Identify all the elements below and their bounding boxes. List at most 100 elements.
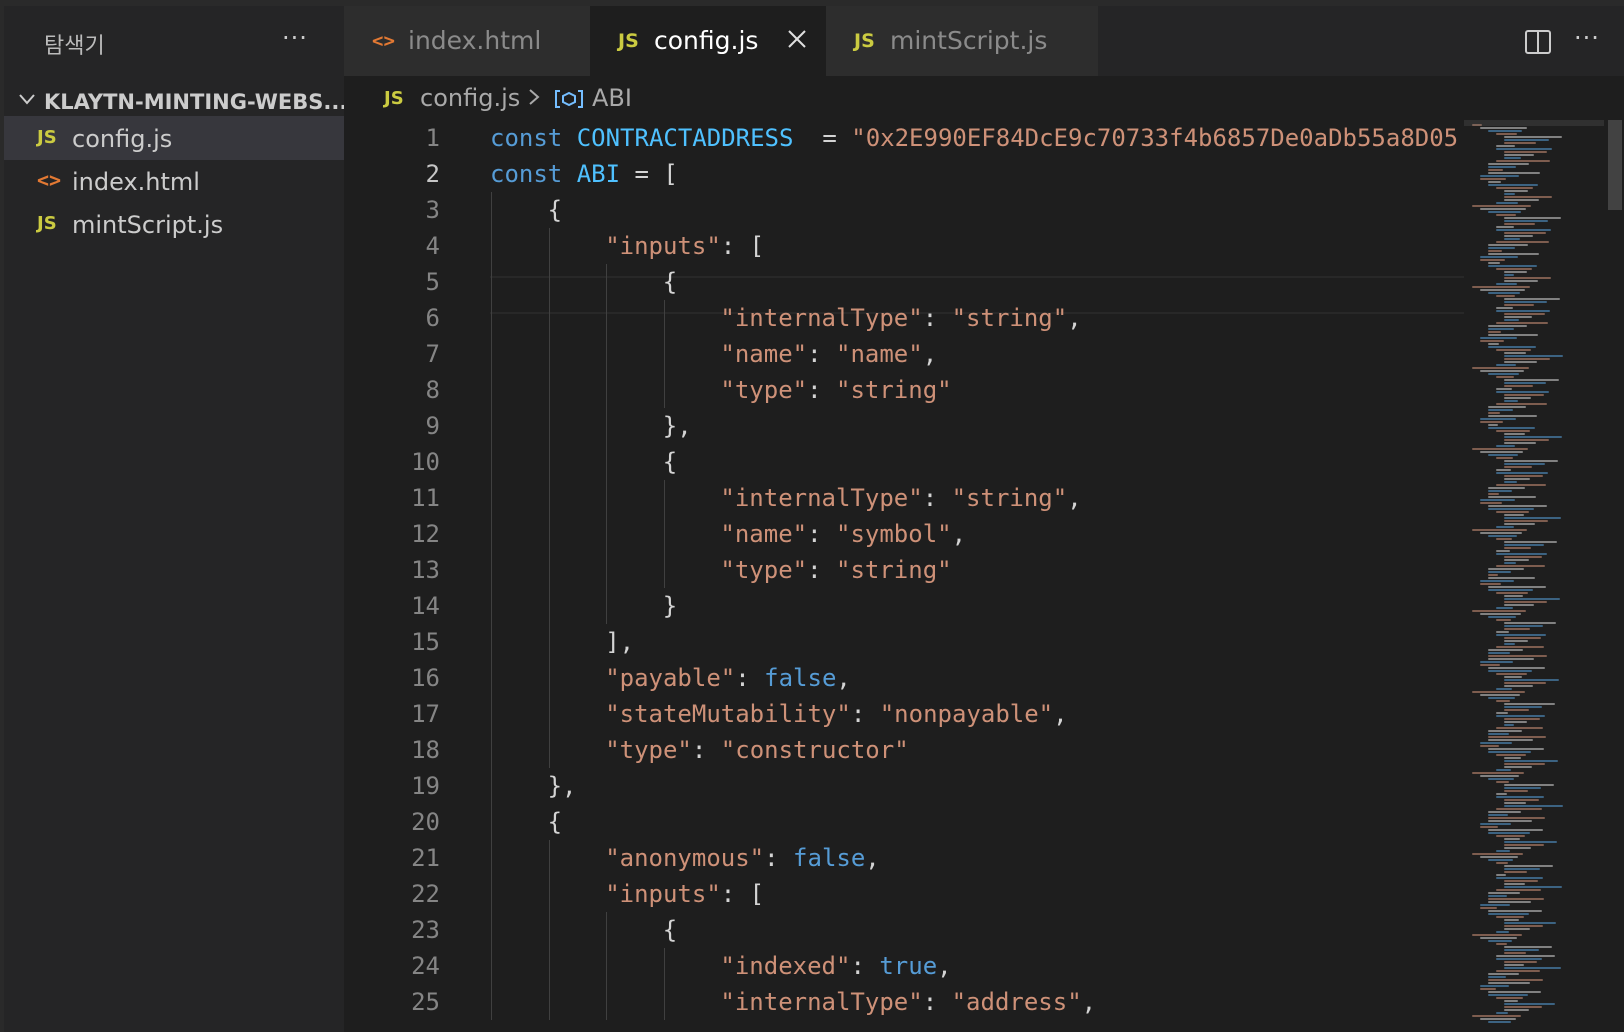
- minimap-line: [1488, 535, 1517, 537]
- minimap-line: [1504, 643, 1515, 645]
- line-number: 19: [411, 772, 440, 800]
- code-token: {: [547, 808, 563, 836]
- minimap-line: [1504, 838, 1520, 840]
- minimap-line: [1496, 631, 1509, 633]
- minimap-line: [1504, 562, 1516, 564]
- minimap-line: [1488, 343, 1499, 345]
- code-token: "address": [951, 988, 1082, 1016]
- minimap-line: [1496, 712, 1508, 714]
- code-token: {: [662, 916, 678, 944]
- line-number: 11: [411, 484, 440, 512]
- minimap-line: [1504, 157, 1521, 159]
- minimap-line: [1504, 883, 1525, 885]
- line-number: 3: [425, 196, 440, 224]
- tab-index-html[interactable]: <> index.html: [344, 6, 590, 76]
- minimap-line: [1488, 454, 1518, 456]
- file-item-config-js[interactable]: JS config.js: [4, 116, 344, 160]
- code-token: ,: [1067, 484, 1082, 512]
- tab-mintScript-js[interactable]: JS mintScript.js: [826, 6, 1098, 76]
- minimap-slider[interactable]: [1464, 120, 1604, 126]
- minimap-line: [1488, 940, 1512, 942]
- code-editor[interactable]: 1 const CONTRACTADDRESS = "0x2E990EF84DcE…: [344, 120, 1464, 1032]
- scrollbar-thumb[interactable]: [1608, 120, 1622, 210]
- code-text: {: [548, 192, 562, 228]
- code-line: 12 "name": "symbol",: [344, 516, 1464, 552]
- editor-more-icon[interactable]: ···: [1574, 24, 1600, 52]
- split-editor-icon[interactable]: [1524, 28, 1552, 56]
- explorer-sidebar: 탐색기 ··· KLAYTN-MINTING-WEBS... JS config.…: [4, 6, 347, 1032]
- code-text: "type": "string": [720, 552, 951, 588]
- minimap-line: [1480, 337, 1517, 339]
- file-item-index-html[interactable]: <> index.html: [4, 159, 344, 203]
- code-token: :: [922, 304, 952, 332]
- minimap-line: [1480, 208, 1526, 210]
- minimap-line: [1504, 478, 1530, 480]
- code-token: "constructor": [720, 736, 909, 764]
- breadcrumb-symbol[interactable]: ABI: [592, 84, 632, 112]
- code-token: :: [922, 988, 952, 1016]
- minimap-line: [1488, 568, 1524, 570]
- line-number: 17: [411, 700, 440, 728]
- minimap-line: [1496, 835, 1525, 837]
- minimap-line: [1488, 406, 1526, 408]
- minimap-line: [1488, 982, 1530, 984]
- minimap-line: [1472, 529, 1527, 531]
- minimap-line: [1480, 451, 1523, 453]
- line-number: 16: [411, 664, 440, 692]
- minimap-line: [1504, 232, 1546, 234]
- vertical-scrollbar[interactable]: [1604, 120, 1624, 1032]
- file-name: mintScript.js: [72, 211, 224, 239]
- code-token: "anonymous": [605, 844, 765, 872]
- minimap-line: [1488, 250, 1502, 252]
- code-token: ,: [865, 844, 880, 872]
- minimap-line: [1504, 319, 1519, 321]
- minimap-line: [1504, 790, 1528, 792]
- file-item-mintScript-js[interactable]: JS mintScript.js: [4, 202, 344, 246]
- minimap-line: [1504, 436, 1562, 438]
- minimap-line: [1488, 493, 1499, 495]
- minimap-line: [1504, 709, 1529, 711]
- line-number: 14: [411, 592, 440, 620]
- minimap[interactable]: [1464, 120, 1604, 1032]
- code-line: 10 {: [344, 444, 1464, 480]
- minimap-line: [1504, 622, 1556, 624]
- minimap-line: [1488, 697, 1515, 699]
- minimap-line: [1504, 721, 1527, 723]
- minimap-line: [1504, 841, 1557, 843]
- code-token: "type": [720, 376, 808, 404]
- code-token: "payable": [605, 664, 736, 692]
- code-text: }: [663, 588, 677, 624]
- code-token: :: [922, 484, 952, 512]
- minimap-line: [1504, 766, 1532, 768]
- minimap-line: [1504, 1003, 1555, 1005]
- minimap-line: [1480, 532, 1522, 534]
- code-token: "string": [951, 304, 1068, 332]
- minimap-line: [1496, 310, 1550, 312]
- breadcrumb-file[interactable]: config.js: [420, 84, 520, 112]
- js-file-icon: JS: [37, 127, 57, 148]
- minimap-line: [1488, 832, 1530, 834]
- tab-config-js[interactable]: JS config.js: [590, 6, 826, 76]
- minimap-line: [1504, 217, 1561, 219]
- minimap-line: [1480, 985, 1509, 987]
- minimap-line: [1496, 202, 1518, 204]
- minimap-line: [1488, 331, 1501, 333]
- minimap-line: [1496, 538, 1512, 540]
- minimap-line: [1488, 412, 1500, 414]
- code-token: : [: [720, 880, 765, 908]
- minimap-line: [1480, 937, 1517, 939]
- minimap-line: [1504, 154, 1534, 156]
- minimap-line: [1496, 229, 1551, 231]
- minimap-line: [1504, 379, 1559, 381]
- code-token: "type": [720, 556, 808, 584]
- minimap-line: [1496, 958, 1542, 960]
- minimap-line: [1496, 997, 1523, 999]
- code-token: ],: [605, 628, 635, 656]
- minimap-line: [1496, 484, 1546, 486]
- line-number: 22: [411, 880, 440, 908]
- code-token: ,: [1067, 304, 1082, 332]
- close-icon[interactable]: [786, 28, 808, 50]
- minimap-line: [1504, 385, 1533, 387]
- explorer-more-icon[interactable]: ···: [282, 24, 308, 52]
- js-file-icon: JS: [854, 30, 875, 52]
